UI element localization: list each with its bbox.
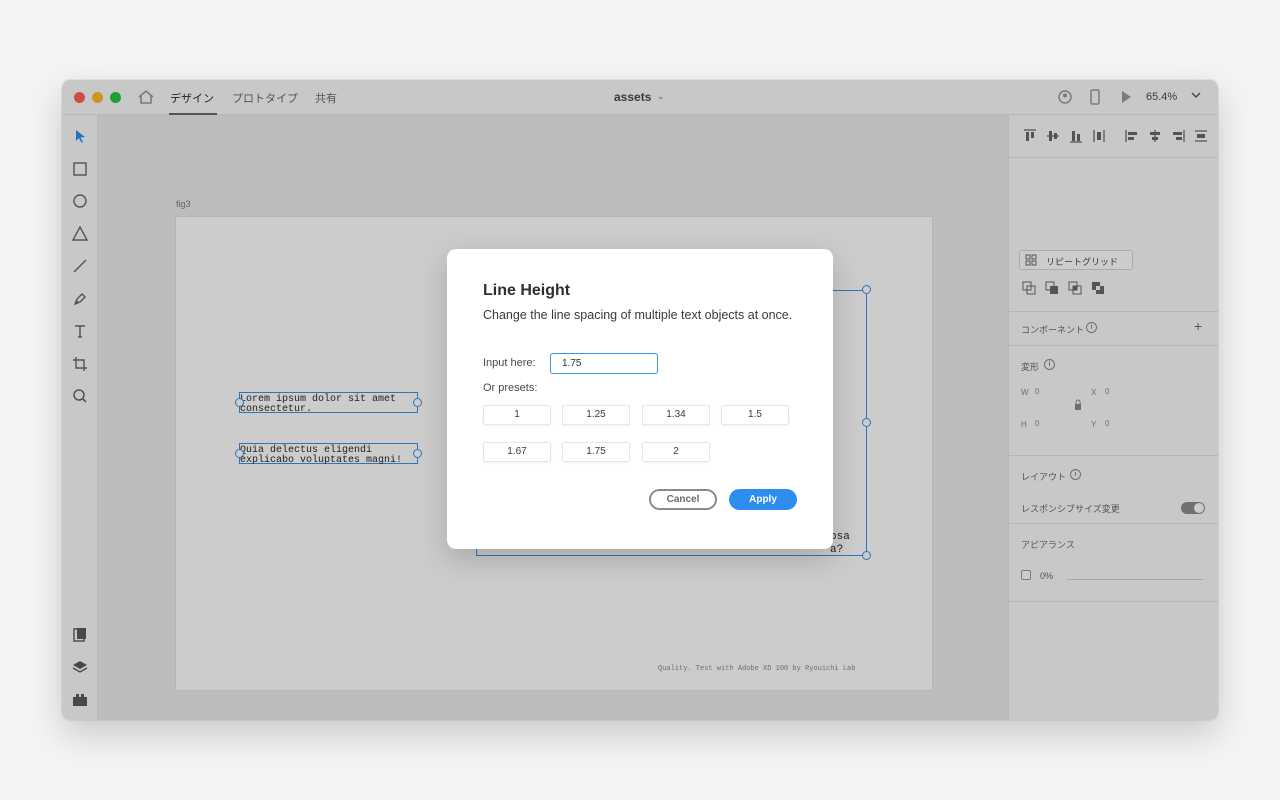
preset-button[interactable]: 2 (642, 442, 710, 462)
input-label: Input here: (483, 357, 536, 369)
preset-button[interactable]: 1.34 (642, 405, 710, 425)
preset-button[interactable]: 1.67 (483, 442, 551, 462)
preset-button[interactable]: 1.25 (562, 405, 630, 425)
presets-label: Or presets: (483, 382, 538, 394)
line-height-input[interactable] (550, 353, 658, 374)
dialog-description: Change the line spacing of multiple text… (483, 308, 793, 322)
line-height-dialog: Line Height Change the line spacing of m… (447, 249, 833, 549)
preset-button[interactable]: 1.5 (721, 405, 789, 425)
preset-button[interactable]: 1 (483, 405, 551, 425)
preset-button[interactable]: 1.75 (562, 442, 630, 462)
cancel-button[interactable]: Cancel (649, 489, 717, 510)
dialog-title: Line Height (483, 282, 571, 299)
apply-button[interactable]: Apply (729, 489, 797, 510)
